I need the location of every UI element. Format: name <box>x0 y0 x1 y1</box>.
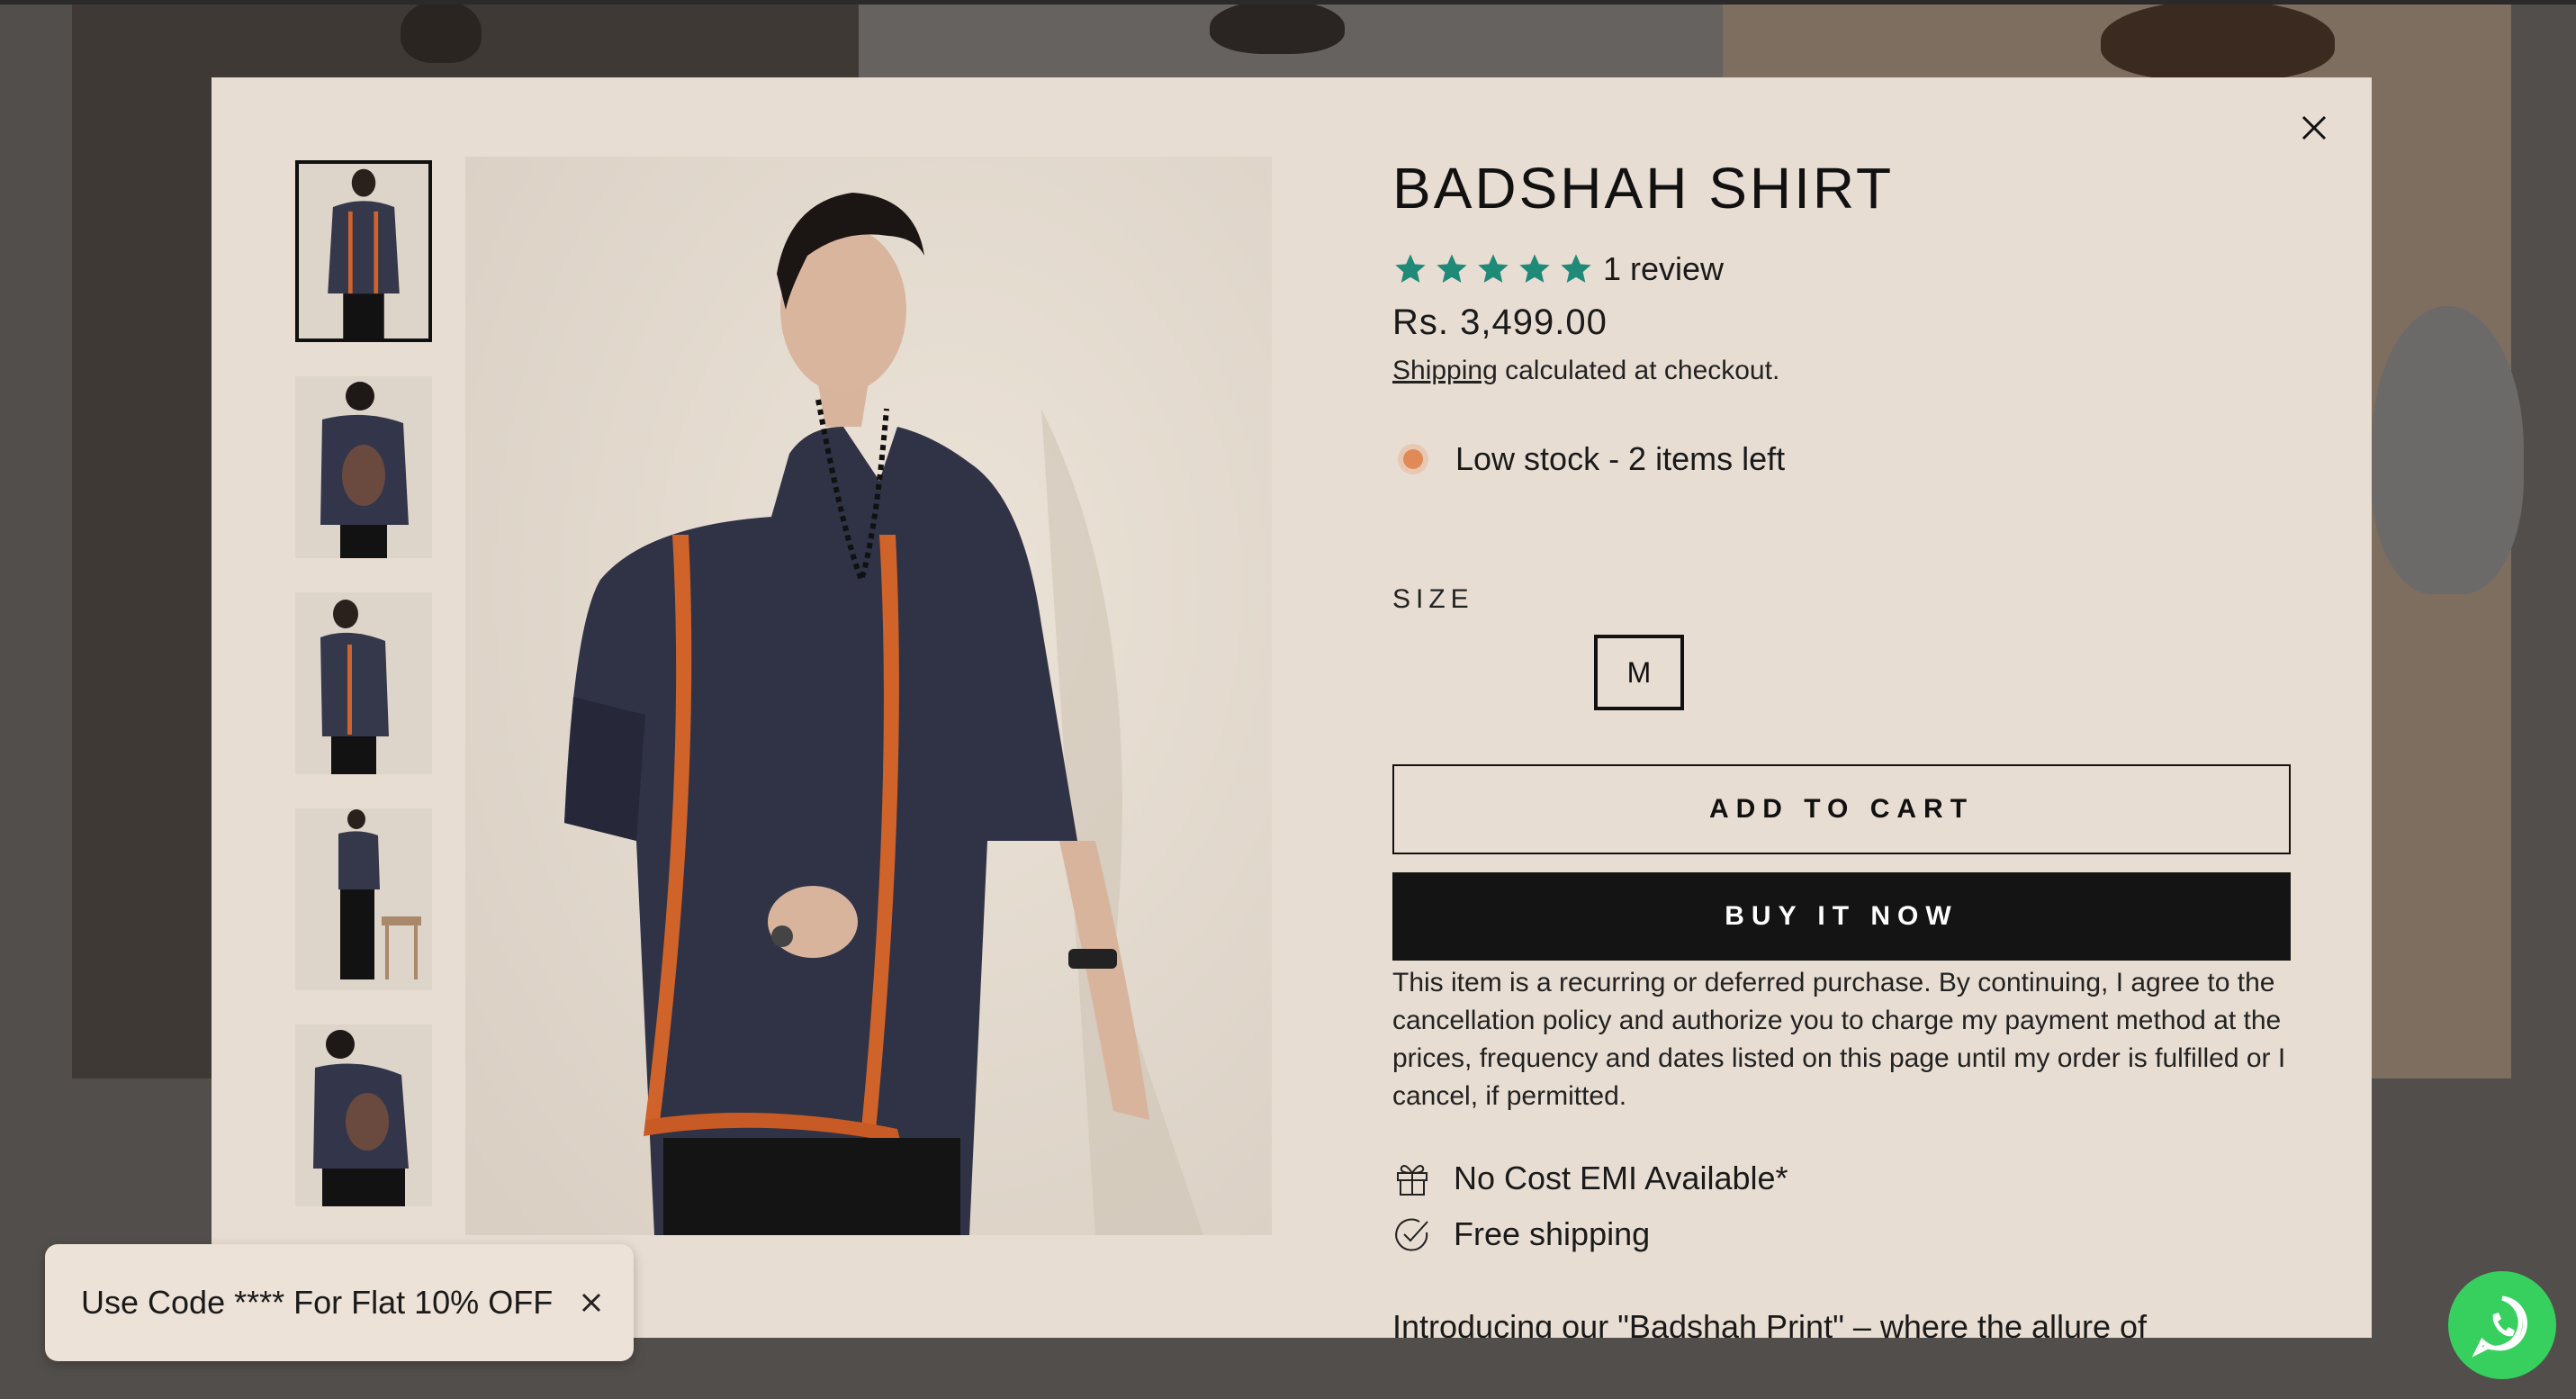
product-price: Rs. 3,499.00 <box>1392 302 1608 342</box>
thumbnail-2[interactable] <box>295 376 432 558</box>
top-border <box>0 0 2576 5</box>
close-icon[interactable] <box>576 1287 607 1318</box>
star-icon <box>1519 254 1550 283</box>
size-option-m[interactable]: M <box>1594 635 1684 710</box>
rating-row[interactable]: 1 review <box>1392 248 2292 290</box>
star-icon <box>1478 254 1509 283</box>
size-options: M <box>1594 635 2292 710</box>
stock-text: Low stock - 2 items left <box>1455 440 1786 477</box>
star-icon <box>1395 254 1426 283</box>
review-count[interactable]: 1 review <box>1603 250 1724 288</box>
whatsapp-chat-button[interactable] <box>2448 1271 2556 1379</box>
whatsapp-icon <box>2472 1295 2527 1358</box>
product-info: BADSHAH SHIRT 1 review Rs. 3,499.00 Ship… <box>1392 149 2292 1338</box>
feature-emi: No Cost EMI Available* <box>1392 1159 2292 1198</box>
shipping-note-text: calculated at checkout. <box>1497 356 1780 385</box>
check-circle-icon <box>1395 1218 1428 1251</box>
main-product-image[interactable] <box>465 157 1272 1235</box>
thumbnail-gallery <box>295 160 432 1241</box>
shipping-note: Shipping calculated at checkout. <box>1392 356 2292 386</box>
star-icon <box>1561 254 1591 283</box>
feature-list: No Cost EMI Available* Free shipping <box>1392 1159 2292 1254</box>
product-title: BADSHAH SHIRT <box>1392 156 1895 221</box>
thumbnail-3[interactable] <box>295 592 432 774</box>
thumbnail-4[interactable] <box>295 808 432 990</box>
subscription-disclaimer: This item is a recurring or deferred pur… <box>1392 968 2286 1111</box>
feature-emi-text: No Cost EMI Available* <box>1454 1160 1788 1196</box>
shipping-link[interactable]: Shipping <box>1392 356 1498 385</box>
star-rating <box>1392 251 1594 287</box>
close-icon[interactable] <box>2289 103 2339 153</box>
add-to-cart-button[interactable]: ADD TO CART <box>1392 764 2291 854</box>
thumbnail-1[interactable] <box>295 160 432 342</box>
buy-now-button[interactable]: BUY IT NOW <box>1392 872 2291 961</box>
size-label: SIZE <box>1392 584 1474 614</box>
product-description: Introducing our "Badshah Print" – where … <box>1392 1308 2148 1338</box>
stock-status: Low stock - 2 items left <box>1392 440 2292 478</box>
feature-free-shipping: Free shipping <box>1392 1214 2292 1254</box>
star-icon <box>1437 254 1467 283</box>
promo-banner[interactable]: Use Code **** For Flat 10% OFF <box>45 1244 634 1361</box>
stock-indicator-dot <box>1403 449 1423 469</box>
promo-text: Use Code **** For Flat 10% OFF <box>81 1284 554 1321</box>
gift-icon <box>1397 1165 1428 1196</box>
quick-view-modal: BADSHAH SHIRT 1 review Rs. 3,499.00 Ship… <box>212 77 2372 1338</box>
thumbnail-5[interactable] <box>295 1024 432 1206</box>
feature-free-shipping-text: Free shipping <box>1454 1215 1651 1252</box>
